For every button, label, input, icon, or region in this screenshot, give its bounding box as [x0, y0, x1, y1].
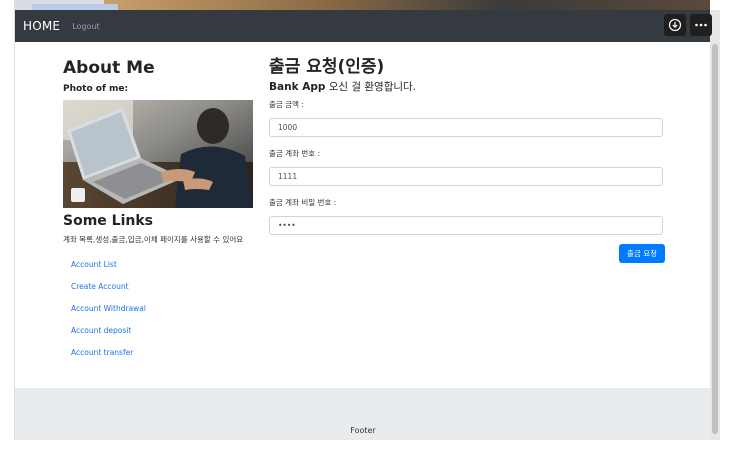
- submit-row: 출금 요청: [269, 244, 665, 263]
- amount-input[interactable]: 1000: [269, 118, 663, 137]
- laptop-photo-image: [63, 100, 253, 208]
- sidebar-link-create-account[interactable]: Create Account: [71, 283, 263, 291]
- photo-label: Photo of me:: [63, 84, 129, 94]
- scrollbar-thumb[interactable]: [712, 44, 718, 434]
- download-icon: [668, 18, 682, 32]
- account-number-label: 출금 계좌 번호 :: [269, 149, 321, 158]
- logout-link[interactable]: Logout: [72, 22, 99, 31]
- withdraw-submit-button[interactable]: 출금 요청: [619, 244, 665, 263]
- download-button[interactable]: [664, 14, 686, 36]
- profile-photo: [63, 100, 253, 208]
- sidebar-link-account-transfer[interactable]: Account transfer: [71, 349, 263, 357]
- links-title: Some Links: [63, 213, 153, 229]
- welcome-message: 오신 걸 환영합니다.: [325, 81, 417, 93]
- links-description: 계좌 목록,생성,출금,입금,이체 페이지를 사용할 수 있어요: [63, 235, 244, 244]
- account-password-input[interactable]: ••••: [269, 216, 663, 235]
- page-frame: HOME Logout About Me Photo of me: Some L…: [14, 10, 711, 440]
- home-link[interactable]: HOME: [23, 19, 60, 33]
- navbar: HOME Logout: [15, 10, 711, 42]
- sidebar-link-account-list[interactable]: Account List: [71, 261, 263, 269]
- amount-label: 출금 금액 :: [269, 100, 304, 109]
- account-password-label: 출금 계좌 비밀 번호 :: [269, 198, 337, 207]
- about-title: About Me: [63, 58, 155, 78]
- more-icon: [695, 23, 707, 27]
- welcome-brand: Bank App: [269, 81, 326, 93]
- sidebar: About Me Photo of me: Some Links 계좌 목록,생…: [63, 58, 263, 371]
- welcome-text: Bank App 오신 걸 환영합니다.: [269, 80, 665, 94]
- account-number-input[interactable]: 1111: [269, 167, 663, 186]
- withdraw-form: 출금 요청(인증) Bank App 오신 걸 환영합니다. 출금 금액 : 1…: [269, 56, 665, 263]
- vertical-scrollbar[interactable]: [710, 10, 720, 440]
- sidebar-link-account-deposit[interactable]: Account deposit: [71, 327, 263, 335]
- sidebar-link-account-withdrawal[interactable]: Account Withdrawal: [71, 305, 263, 313]
- browser-tools: [664, 14, 712, 36]
- more-button[interactable]: [690, 14, 712, 36]
- top-image-strip: [14, 0, 710, 10]
- footer: Footer: [15, 388, 711, 440]
- page-title: 출금 요청(인증): [269, 57, 385, 77]
- footer-text: Footer: [350, 426, 376, 435]
- sidebar-link-list: Account List Create Account Account With…: [63, 261, 263, 357]
